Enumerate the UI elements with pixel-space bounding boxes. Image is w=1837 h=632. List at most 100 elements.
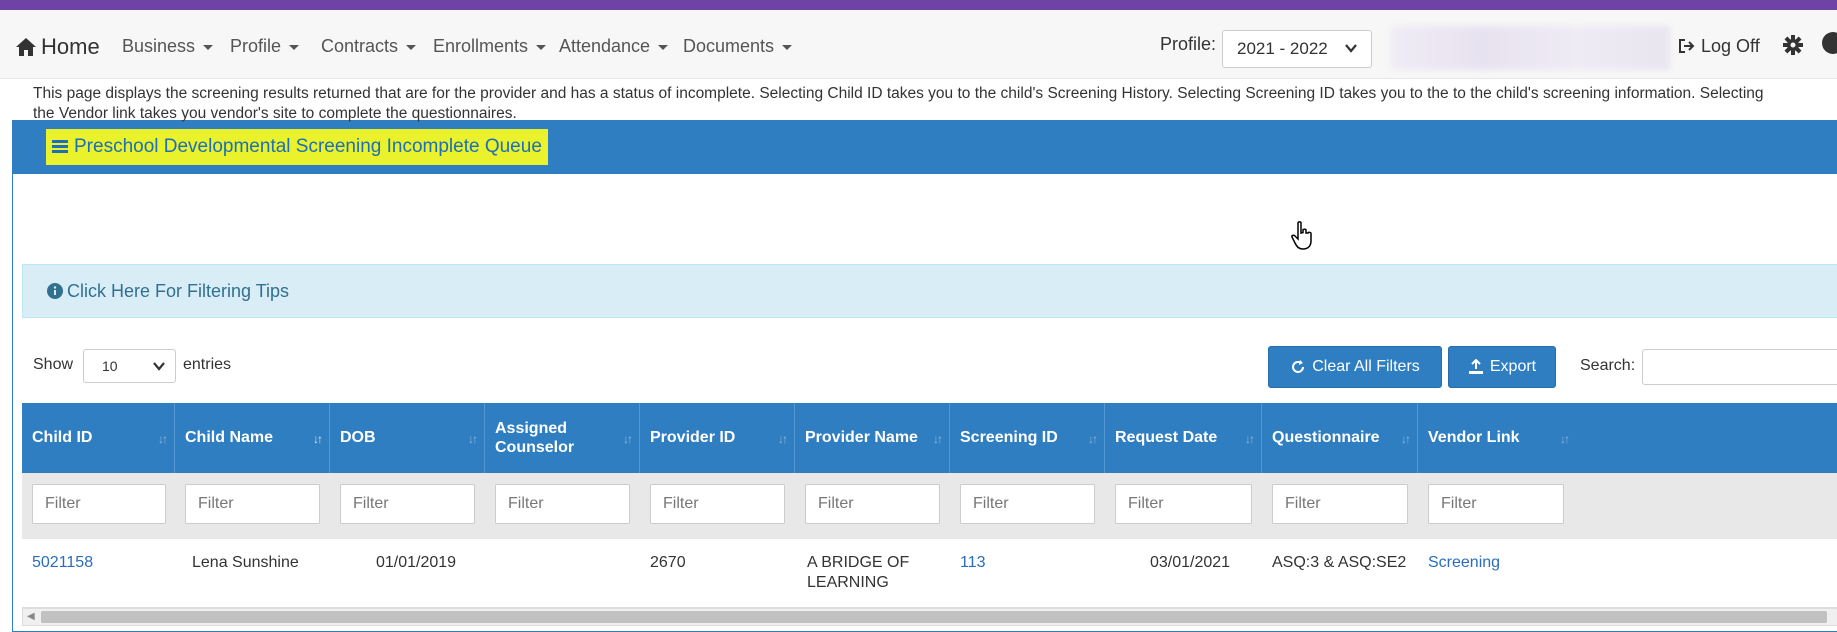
nav-home-label: Home [41,34,100,59]
info-circle-icon[interactable] [1822,32,1837,54]
filter-assigned-counselor[interactable]: Filter [495,484,630,524]
questionnaire-cell: ASQ:3 & ASQ:SE2 [1272,554,1407,571]
sort-icon: ↓↑ [623,432,633,446]
profile-year-value: 2021 - 2022 [1237,39,1328,58]
nav-business[interactable]: Business [122,36,214,57]
entries-label: entries [183,356,232,373]
settings-button[interactable] [1782,34,1804,61]
column-header-vendor-link[interactable]: Vendor Link ↓↑ [1418,403,1837,473]
page-description: This page displays the screening results… [33,85,1764,122]
search-input[interactable] [1642,349,1837,385]
provider-name-cell: A BRIDGE OF LEARNING [807,554,910,591]
sort-icon: ↓↑ [468,432,478,446]
filter-placeholder: Filter [508,495,544,512]
filtering-tips-label: Click Here For Filtering Tips [67,281,290,301]
sort-icon: ↓↑ [933,432,943,446]
filtering-tips-bar[interactable]: Click Here For Filtering Tips [22,264,1837,318]
child-id-link[interactable]: 5021158 [32,553,93,573]
header-label: Questionnaire [1272,429,1380,446]
header-label: Vendor Link [1428,429,1520,446]
filter-child-id[interactable]: Filter [32,484,166,524]
header-label: Provider ID [650,429,736,446]
nav-documents-label: Documents [683,36,775,56]
chevron-down-icon [1345,44,1357,53]
header-label: Screening ID [960,429,1058,446]
filter-screening-id[interactable]: Filter [960,484,1095,524]
logoff-label: Log Off [1701,36,1760,56]
sort-icon: ↓↑ [158,432,168,446]
column-header-screening-id[interactable]: Screening ID ↓↑ [950,403,1105,473]
refresh-icon [1292,360,1305,373]
header-label: Assigned Counselor [495,420,575,456]
column-header-provider-name[interactable]: Provider Name ↓↑ [795,403,950,473]
sort-icon: ↓↑ [1560,432,1570,446]
screening-id-link[interactable]: 113 [960,553,986,573]
column-header-child-name[interactable]: Child Name ↓↑ [175,403,330,473]
vendor-screening-link[interactable]: Screening [1428,553,1500,573]
column-header-provider-id[interactable]: Provider ID ↓↑ [640,403,795,473]
nav-attendance[interactable]: Attendance [559,36,669,57]
filter-questionnaire[interactable]: Filter [1272,484,1408,524]
gear-icon [1783,35,1803,55]
entries-per-page-select[interactable]: 10 [83,349,176,383]
scrollbar-thumb[interactable] [41,611,1827,623]
show-label: Show [33,356,74,373]
caret-down-icon [658,44,669,50]
filter-child-name[interactable]: Filter [185,484,320,524]
panel-header: Preschool Developmental Screening Incomp… [13,121,1837,174]
page-title: Preschool Developmental Screening Incomp… [74,136,542,157]
nav-contracts[interactable]: Contracts [321,36,417,57]
horizontal-scrollbar[interactable]: ◀ [22,608,1837,626]
filter-placeholder: Filter [353,495,389,512]
export-button[interactable]: Export [1448,346,1556,388]
header-label: Provider Name [805,429,918,446]
filter-provider-name[interactable]: Filter [805,484,940,524]
nav-enrollments-label: Enrollments [433,36,529,56]
column-header-assigned-counselor[interactable]: Assigned Counselor ↓↑ [485,403,640,473]
entries-value: 10 [102,358,118,374]
filter-placeholder: Filter [1128,495,1164,512]
sort-icon: ↓↑ [778,432,788,446]
filter-placeholder: Filter [663,495,699,512]
filter-placeholder: Filter [198,495,234,512]
provider-id-cell: 2670 [650,554,686,571]
home-icon [16,38,36,56]
caret-down-icon [289,44,300,50]
list-icon [52,140,68,153]
filter-placeholder: Filter [1285,495,1321,512]
caret-down-icon [782,44,793,50]
filter-provider-id[interactable]: Filter [650,484,785,524]
table-row: 5021158 Lena Sunshine 01/01/2019 2670 A … [22,539,1837,608]
export-icon [1468,359,1483,374]
nav-home[interactable]: Home [15,34,100,60]
column-header-request-date[interactable]: Request Date ↓↑ [1105,403,1262,473]
column-header-dob[interactable]: DOB ↓↑ [330,403,485,473]
nav-documents[interactable]: Documents [683,36,793,57]
header-label: Child Name [185,429,274,446]
search-label: Search: [1580,357,1636,374]
header-label: Request Date [1115,429,1218,446]
filter-placeholder: Filter [1441,495,1477,512]
column-header-child-id[interactable]: Child ID ↓↑ [22,403,175,473]
request-date-cell: 03/01/2021 [1150,554,1231,571]
filter-request-date[interactable]: Filter [1115,484,1252,524]
clear-all-filters-button[interactable]: Clear All Filters [1268,346,1442,388]
nav-attendance-label: Attendance [559,36,651,56]
header-label: DOB [340,429,376,446]
filter-dob[interactable]: Filter [340,484,475,524]
nav-business-label: Business [122,36,196,56]
caret-down-icon [536,44,547,50]
scroll-left-arrow-icon[interactable]: ◀ [27,611,35,622]
column-header-questionnaire[interactable]: Questionnaire ↓↑ [1262,403,1418,473]
logoff-link[interactable]: Log Off [1678,36,1760,57]
profile-year-select[interactable]: 2021 - 2022 [1222,30,1372,68]
top-navbar: Home Business Profile Contracts Enrollme… [0,10,1837,79]
filter-placeholder: Filter [818,495,854,512]
filter-vendor-link[interactable]: Filter [1428,484,1564,524]
sort-icon: ↓↑ [313,432,323,446]
nav-profile[interactable]: Profile [230,36,300,57]
caret-down-icon [203,44,214,50]
sort-icon: ↓↑ [1088,432,1098,446]
table-filter-row: Filter Filter Filter Filter Filter Filte… [22,473,1837,539]
nav-enrollments[interactable]: Enrollments [433,36,547,57]
